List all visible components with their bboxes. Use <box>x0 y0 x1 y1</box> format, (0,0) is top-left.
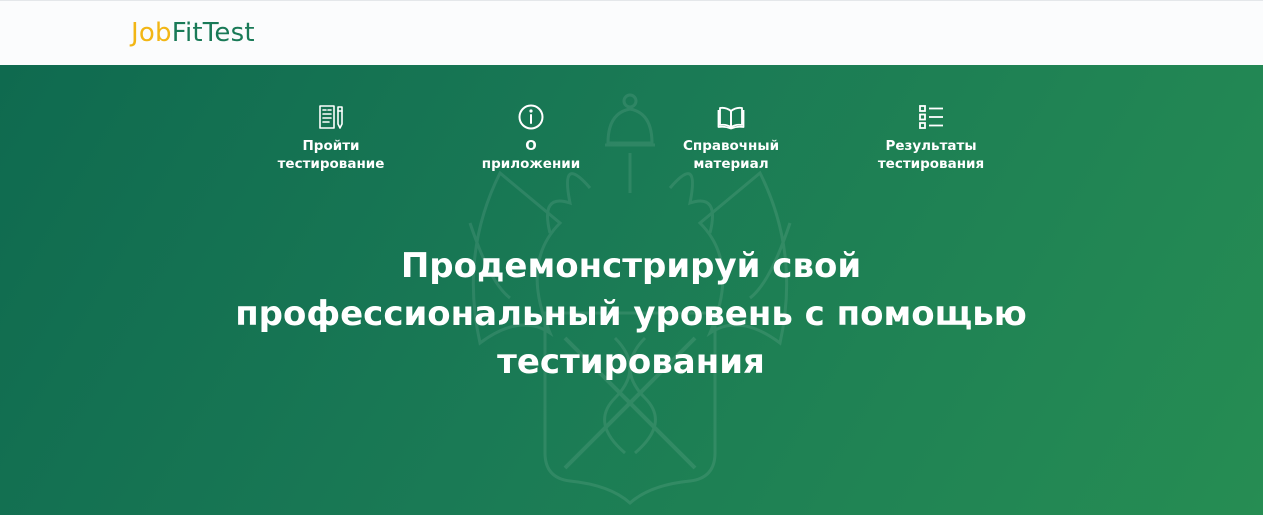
brand-logo-part-fittest: FitTest <box>171 18 255 48</box>
test-document-pencil-icon <box>319 105 343 129</box>
main-nav: Пройти тестирование О приложении Справоч… <box>0 103 1263 183</box>
nav-item-label: Пройти тестирование <box>277 138 385 172</box>
nav-item-label: Результаты тестирования <box>877 138 985 172</box>
brand-logo[interactable]: JobFitTest <box>131 16 255 50</box>
hero-section: Пройти тестирование О приложении Справоч… <box>0 65 1263 515</box>
brand-logo-part-job: Job <box>131 18 172 48</box>
nav-item-about[interactable]: О приложении <box>461 103 601 173</box>
nav-item-label: О приложении <box>481 138 581 172</box>
open-book-icon <box>717 106 745 130</box>
nav-item-take-test[interactable]: Пройти тестирование <box>261 103 401 173</box>
hero-headline: Продемонстрируй свой профессиональный ур… <box>235 246 1027 382</box>
nav-item-reference[interactable]: Справочный материал <box>661 103 801 173</box>
info-circle-icon <box>518 104 544 130</box>
nav-item-label: Справочный материал <box>682 138 780 172</box>
nav-item-results[interactable]: Результаты тестирования <box>861 103 1001 173</box>
checklist-icon <box>919 105 943 129</box>
top-header: JobFitTest <box>0 0 1263 65</box>
